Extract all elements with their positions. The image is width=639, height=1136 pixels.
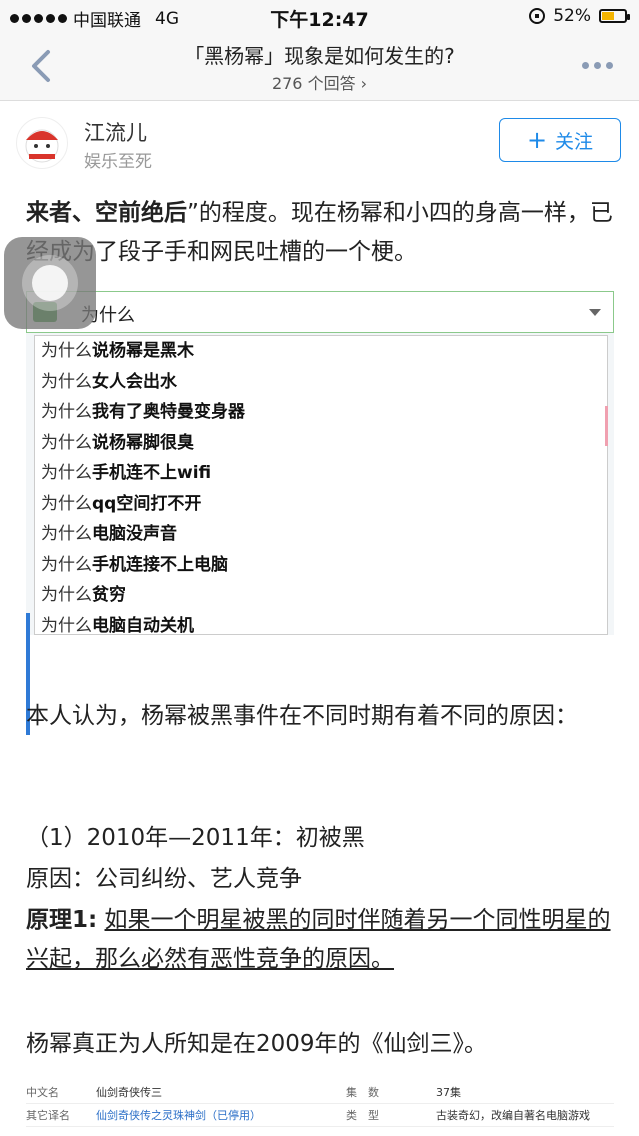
suggestion-prefix: 为什么 [41, 402, 92, 422]
author-row: 江流儿 娱乐至死 + 关注 [0, 101, 639, 179]
principle-text: 如果一个明星被黑的同时伴随着另一个同性明星的兴起，那么必然有恶性竞争的原因。 [26, 907, 611, 972]
suggestion-item[interactable]: 为什么qq空间打不开 [35, 489, 607, 520]
author-bio: 娱乐至死 [84, 152, 152, 172]
infobox-cell: 古装奇幻，改编自著名电脑游戏 [436, 1109, 590, 1122]
suggestion-item[interactable]: 为什么电脑没声音 [35, 519, 607, 550]
suggestion-list: 为什么说杨幂是黑木 为什么女人会出水 为什么我有了奥特曼变身器 为什么说杨幂脚很臭 为什… [34, 335, 608, 636]
more-options-icon[interactable] [582, 62, 613, 69]
suggestion-prefix: 为什么 [41, 554, 92, 575]
suggestion-item[interactable]: 为什么贫穷 [35, 580, 607, 611]
question-title[interactable]: 「黑杨幂」现象是如何发生的? [90, 40, 549, 69]
plus-icon: + [526, 126, 548, 154]
suggestion-prefix: 为什么 [41, 493, 92, 514]
suggestion-item[interactable]: 为什么说杨幂脚很臭 [35, 428, 607, 459]
author-name[interactable]: 江流儿 [84, 117, 147, 147]
suggestion-text: qq空间打不开 [92, 493, 202, 514]
decor-line [605, 406, 608, 446]
infobox-cell: 仙剑奇侠传之灵珠神剑（已停用） [96, 1109, 261, 1122]
back-chevron-icon[interactable] [26, 48, 56, 84]
suggestion-item[interactable]: 为什么电脑自动关机 [35, 611, 607, 642]
status-bar: 中国联通 4G 下午12:47 52% [0, 0, 639, 34]
suggestion-text: 说杨幂是黑木 [92, 341, 194, 361]
suggestion-prefix: 为什么 [41, 524, 92, 544]
embedded-image-search[interactable]: 为什么 为什么说杨幂是黑木 为什么女人会出水 为什么我有了奥特曼变身器 为什么说杨幂脚… [26, 291, 614, 735]
infobox-cell: 类 型 [346, 1109, 379, 1122]
rotation-lock-icon [529, 8, 546, 24]
infobox-cell: 仙剑奇侠传三 [96, 1086, 162, 1099]
suggestion-item[interactable]: 为什么我有了奥特曼变身器 [35, 397, 607, 428]
paragraph-2: 本人认为，杨幂被黑事件在不同时期有着不同的原因： [26, 703, 578, 729]
suggestion-text: 我有了奥特曼变身器 [92, 402, 245, 422]
follow-label: 关注 [555, 130, 594, 153]
suggestion-text: 手机连不上wifi [92, 463, 212, 483]
suggestion-prefix: 为什么 [41, 585, 92, 605]
suggestion-text: 说杨幂脚很臭 [92, 432, 194, 453]
paragraph-6: 杨幂真正为人所知是在2009年的《仙剑三》。 [26, 1031, 488, 1057]
paragraph-5: 原理1: 如果一个明星被黑的同时伴随着另一个同性明星的兴起，那么必然有恶性竞争的… [26, 901, 618, 979]
avatar-illustration-icon [25, 129, 59, 163]
infobox-image[interactable]: 中文名 仙剑奇侠传三 集 数 37集其它译名 仙剑奇侠传之灵珠神剑（已停用） 类 型 古装奇… [26, 1081, 614, 1127]
suggestion-item[interactable]: 为什么说杨幂是黑木 [35, 336, 607, 367]
suggestion-prefix: 为什么 [41, 463, 92, 483]
infobox-cell: 其它译名 [26, 1109, 70, 1122]
suggestion-item[interactable]: 为什么女人会出水 [35, 367, 607, 398]
suggestion-item[interactable]: 为什么手机连接不上电脑 [35, 550, 607, 581]
battery-icon [599, 9, 630, 23]
paragraph-1-bold: 来者、空前绝后 [26, 200, 187, 226]
dropdown-arrow-icon [589, 309, 601, 316]
assistive-touch-button[interactable] [4, 237, 96, 329]
avatar[interactable] [16, 117, 68, 169]
assistive-dot-icon [32, 265, 68, 301]
principle-label: 原理1: [26, 907, 98, 933]
answer-content: 来者、空前绝后”的程度。现在杨幂和小四的身高一样，已经成为了段子手和网民吐槽的一… [0, 179, 639, 1136]
answer-count-link[interactable]: 276 个回答 › [90, 70, 549, 94]
suggestion-prefix: 为什么 [41, 371, 92, 392]
infobox-cell: 中文名 [26, 1086, 59, 1099]
infobox-row: 其它译名 仙剑奇侠传之灵珠神剑（已停用） 类 型 古装奇幻，改编自著名电脑游戏 [26, 1104, 614, 1127]
infobox-row: 中文名 仙剑奇侠传三 集 数 37集 [26, 1081, 614, 1104]
suggestion-prefix: 为什么 [41, 341, 92, 361]
nav-bar: 「黑杨幂」现象是如何发生的? 276 个回答 › [0, 34, 639, 101]
search-bar: 为什么 [26, 291, 614, 333]
paragraph-3: （1）2010年—2011年：初被黑 [26, 825, 365, 851]
infobox-cell: 集 数 [346, 1086, 379, 1099]
suggestion-text: 电脑没声音 [92, 524, 177, 544]
battery-percent: 52% [553, 6, 591, 26]
suggestion-prefix: 为什么 [41, 432, 92, 453]
paragraph-4: 原因：公司纠纷、艺人竞争 [26, 866, 302, 892]
suggestion-text: 贫穷 [92, 585, 126, 605]
status-right: 52% [529, 6, 630, 26]
follow-button[interactable]: + 关注 [499, 118, 621, 162]
suggestion-text: 女人会出水 [92, 371, 177, 392]
infobox-cell: 37集 [436, 1086, 461, 1099]
suggestion-item[interactable]: 为什么手机连不上wifi [35, 458, 607, 489]
suggestion-prefix: 为什么 [41, 615, 92, 636]
paragraph-1: 来者、空前绝后”的程度。现在杨幂和小四的身高一样，已经成为了段子手和网民吐槽的一… [26, 194, 618, 272]
suggestion-text: 电脑自动关机 [92, 615, 194, 636]
suggestion-text: 手机连接不上电脑 [92, 554, 228, 575]
